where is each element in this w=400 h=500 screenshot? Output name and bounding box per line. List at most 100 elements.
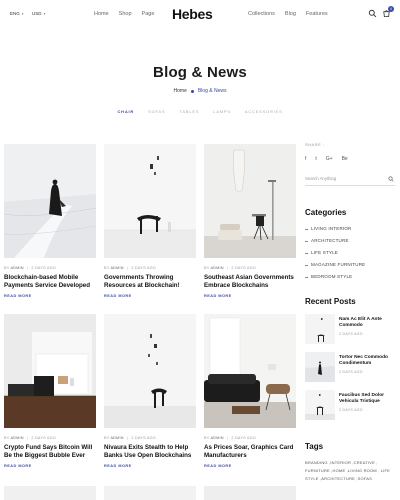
category-item[interactable]: LIFE STYLE	[305, 247, 395, 259]
post-meta: BY ADMIN | 2 DAYS AGO	[204, 266, 296, 270]
language-value: ENG	[10, 11, 20, 16]
currency-select[interactable]: USD ▾	[32, 11, 45, 16]
post-title[interactable]: Blockchain-based Mobile Payments Service…	[4, 274, 96, 290]
filter-lamps[interactable]: LAMPS	[213, 109, 231, 114]
author-prefix: BY	[4, 436, 10, 440]
post-image[interactable]	[204, 314, 296, 428]
post-card: BY ADMIN | 2 DAYS AGO Blockchain-based M…	[4, 144, 96, 298]
nav-blog[interactable]: Blog	[285, 11, 296, 17]
share-icons: f t G+ Be	[305, 156, 395, 162]
meta-separator: |	[226, 436, 229, 440]
meta-separator: |	[226, 266, 229, 270]
category-item[interactable]: BEDROOM STYLE	[305, 271, 395, 283]
recent-post-thumbnail[interactable]	[305, 314, 335, 344]
post-card: BY ADMIN | 2 DAYS AGO Nivaura Exits Stea…	[104, 314, 196, 468]
nav-page[interactable]: Page	[142, 11, 155, 17]
post-image-partial[interactable]	[4, 486, 96, 500]
google-plus-icon[interactable]: G+	[326, 156, 333, 162]
post-image-partial[interactable]	[204, 486, 296, 500]
post-image[interactable]	[104, 314, 196, 428]
site-logo[interactable]: Hebes	[172, 6, 213, 22]
read-more-link[interactable]: READ MORE	[204, 464, 296, 468]
post-title[interactable]: Crypto Fund Says Bitcoin Will Be the Big…	[4, 444, 96, 460]
read-more-link[interactable]: READ MORE	[104, 464, 196, 468]
recent-post-thumbnail[interactable]	[305, 352, 335, 382]
search-icon[interactable]	[388, 176, 394, 182]
category-list: LIVING INTERIOR ARCHITECTURE LIFE STYLE …	[305, 223, 395, 283]
category-item[interactable]: MAGAZINE FURNITURE	[305, 259, 395, 271]
post-card: BY ADMIN | 2 DAYS AGO Crypto Fund Says B…	[4, 314, 96, 468]
post-author[interactable]: ADMIN	[210, 436, 223, 440]
language-select[interactable]: ENG ▾	[10, 11, 24, 16]
post-image[interactable]	[4, 314, 96, 428]
post-meta: BY ADMIN | 2 DAYS AGO	[204, 436, 296, 440]
nav-features[interactable]: Features	[306, 11, 328, 17]
meta-separator: |	[26, 436, 29, 440]
read-more-link[interactable]: READ MORE	[104, 294, 196, 298]
recent-post-title[interactable]: Tortor Nec Commodo Condimentum	[339, 355, 395, 367]
post-title[interactable]: As Prices Soar, Graphics Card Manufactur…	[204, 444, 296, 460]
post-image-partial[interactable]	[104, 486, 196, 500]
nav-home[interactable]: Home	[94, 11, 109, 17]
category-filter-tabs: CHAIR SOFAS TABLES LAMPS ACCESSORIES	[0, 109, 400, 114]
post-title[interactable]: Governments Throwing Resources at Blockc…	[104, 274, 196, 290]
category-item[interactable]: LIVING INTERIOR	[305, 223, 395, 235]
author-prefix: BY	[204, 266, 210, 270]
filter-sofas[interactable]: SOFAS	[148, 109, 165, 114]
read-more-link[interactable]: READ MORE	[204, 294, 296, 298]
post-card: BY ADMIN | 2 DAYS AGO As Prices Soar, Gr…	[204, 314, 296, 468]
post-image[interactable]	[4, 144, 96, 258]
post-author[interactable]: ADMIN	[110, 266, 123, 270]
recent-post-item[interactable]: Nam Ac Elit A Ante Commodo 2 DAYS AGO	[305, 314, 395, 348]
chevron-down-icon: ▾	[21, 11, 24, 16]
breadcrumb-home[interactable]: Home	[174, 88, 187, 94]
recent-post-title[interactable]: Faucibus Sed Dolor Vehicula Tristique	[339, 393, 395, 405]
nav-shop[interactable]: Shop	[119, 11, 132, 17]
post-image[interactable]	[204, 144, 296, 258]
currency-value: USD	[32, 11, 42, 16]
post-author[interactable]: ADMIN	[110, 436, 123, 440]
meta-separator: |	[126, 436, 129, 440]
recent-post-title[interactable]: Nam Ac Elit A Ante Commodo	[339, 317, 395, 329]
post-title[interactable]: Southeast Asian Governments Embrace Bloc…	[204, 274, 296, 290]
filter-accessories[interactable]: ACCESSORIES	[245, 109, 283, 114]
post-meta: BY ADMIN | 2 DAYS AGO	[4, 436, 96, 440]
post-author[interactable]: ADMIN	[10, 266, 23, 270]
filter-chair[interactable]: CHAIR	[117, 109, 134, 114]
recent-post-item[interactable]: Faucibus Sed Dolor Vehicula Tristique 2 …	[305, 390, 395, 424]
nav-collections[interactable]: Collections	[248, 11, 275, 17]
behance-icon[interactable]: Be	[342, 156, 348, 162]
recent-post-thumbnail[interactable]	[305, 390, 335, 420]
cart-count-badge: 0	[388, 6, 394, 12]
post-date: 2 DAYS AGO	[231, 436, 256, 440]
twitter-icon[interactable]: t	[315, 156, 316, 162]
filter-tables[interactable]: TABLES	[179, 109, 199, 114]
recent-posts-list: Nam Ac Elit A Ante Commodo 2 DAYS AGO To…	[305, 314, 395, 424]
facebook-icon[interactable]: f	[305, 156, 306, 162]
post-title[interactable]: Nivaura Exits Stealth to Help Banks Use …	[104, 444, 196, 460]
author-prefix: BY	[104, 436, 110, 440]
recent-post-date: 2 DAYS AGO	[339, 369, 363, 374]
category-item[interactable]: ARCHITECTURE	[305, 235, 395, 247]
post-meta: BY ADMIN | 2 DAYS AGO	[4, 266, 96, 270]
read-more-link[interactable]: READ MORE	[4, 294, 96, 298]
search-icon[interactable]	[368, 9, 377, 18]
recent-post-item[interactable]: Tortor Nec Commodo Condimentum 2 DAYS AG…	[305, 352, 395, 386]
post-date: 2 DAYS AGO	[131, 436, 156, 440]
post-author[interactable]: ADMIN	[210, 266, 223, 270]
main-nav-right: Collections Blog Features	[248, 11, 328, 17]
search-input[interactable]: Search Anything	[305, 176, 395, 186]
post-image[interactable]	[104, 144, 196, 258]
read-more-link[interactable]: READ MORE	[4, 464, 96, 468]
breadcrumb-current: Blog & News	[197, 88, 227, 94]
post-author[interactable]: ADMIN	[10, 436, 23, 440]
post-meta: BY ADMIN | 2 DAYS AGO	[104, 436, 196, 440]
author-prefix: BY	[104, 266, 110, 270]
site-header: ENG ▾ USD ▾ Home Shop Page Hebes Collect…	[0, 0, 400, 30]
main-nav-left: Home Shop Page	[94, 11, 154, 17]
post-date: 2 DAYS AGO	[231, 266, 256, 270]
page-title: Blog & News	[153, 64, 247, 81]
meta-separator: |	[26, 266, 29, 270]
tag-cloud[interactable]: BRANDING ,INTERIOR ,CREATIVE , FURNITURE…	[305, 459, 397, 483]
share-label: SHARE :	[305, 142, 325, 147]
